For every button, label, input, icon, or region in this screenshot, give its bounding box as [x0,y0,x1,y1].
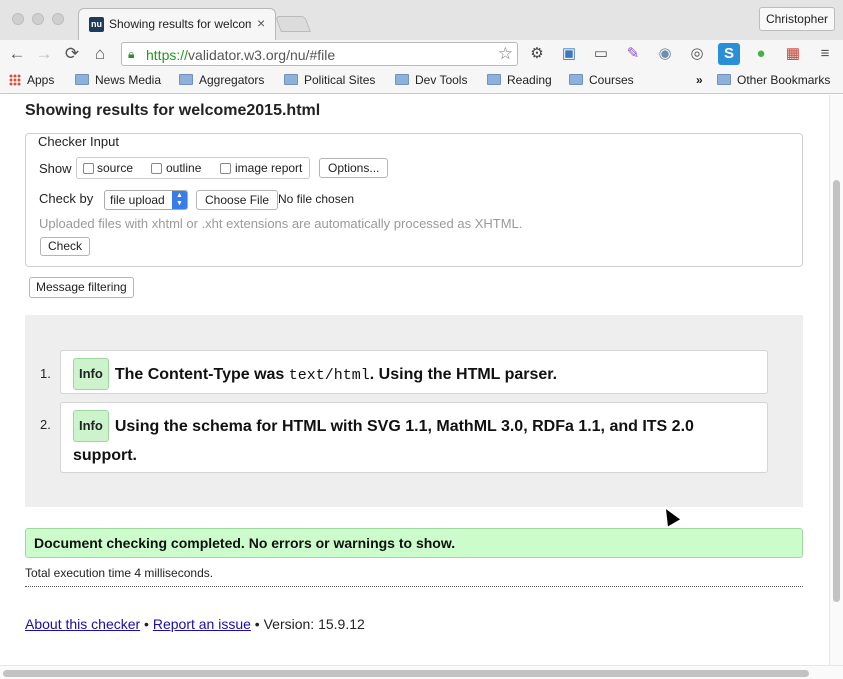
folder-icon [717,74,731,85]
tab-close-icon[interactable]: × [257,15,265,31]
bookmark-other-bookmarks[interactable]: Other Bookmarks [717,73,830,87]
lock-icon: 🔒︎ [128,47,135,61]
options-button[interactable]: Options... [319,158,389,178]
feather-icon[interactable]: ✎ [622,43,644,65]
about-checker-link[interactable]: About this checker [25,616,140,632]
check-button[interactable]: Check [40,237,91,256]
show-options-group: source outline image report [76,157,310,179]
forward-arrow-icon[interactable]: → [33,43,55,65]
folder-icon [395,74,409,85]
source-checkbox-label: source [97,161,134,175]
footer-divider [25,586,803,587]
bookmark-reading[interactable]: Reading [487,73,552,87]
source-checkbox[interactable] [83,163,94,174]
folder-icon [569,74,583,85]
close-window-button[interactable] [12,13,24,25]
calendar-icon[interactable]: ▦ [782,43,804,65]
profile-button[interactable]: Christopher [758,7,835,31]
success-banner: Document checking completed. No errors o… [25,528,803,558]
info-message: Info Using the schema for HTML with SVG 1… [60,402,768,473]
folder-icon [75,74,89,85]
window-titlebar: nu Showing results for welcome2015.html … [0,0,843,40]
cast-icon[interactable]: ▭ [590,43,612,65]
message-filtering-button[interactable]: Message filtering [29,277,134,298]
execution-time-text: Total execution time 4 milliseconds. [25,566,214,580]
no-file-chosen-text: No file chosen [278,192,355,206]
browser-tab[interactable]: nu Showing results for welcome2015.html … [78,8,276,40]
footer-separator: • [140,616,153,632]
settings-gear-icon[interactable]: ⚙ [526,43,548,65]
horizontal-scroll-thumb[interactable] [3,670,809,677]
choose-file-button[interactable]: Choose File [196,190,279,210]
message-number: 1. [40,366,51,381]
vertical-scrollbar[interactable] [829,95,843,665]
menu-icon[interactable]: ≡ [814,43,836,65]
bookmark-courses[interactable]: Courses [569,73,634,87]
bookmark-apps[interactable]: Apps [9,73,54,87]
message-text: The Content-Type was [114,366,289,383]
image-report-checkbox-label: image report [235,161,303,175]
report-issue-link[interactable]: Report an issue [153,616,251,632]
chevron-updown-icon: ▲ ▼ [172,191,187,209]
info-badge: Info [73,410,109,442]
bookmark-aggregators[interactable]: Aggregators [179,73,264,87]
horizontal-scrollbar[interactable] [0,665,843,679]
footer: About this checker • Report an issue • V… [25,616,365,632]
vertical-scroll-thumb[interactable] [833,180,840,602]
s-extension-icon[interactable]: S [718,43,740,65]
folder-icon [179,74,193,85]
reload-icon[interactable]: ⟳ [61,43,83,65]
outline-checkbox[interactable] [151,163,162,174]
message-number: 2. [40,417,51,432]
w3c-favicon-icon: nu [89,17,104,32]
show-label: Show [39,161,72,176]
minimize-window-button[interactable] [32,13,44,25]
bookmarks-bar: Apps News Media Aggregators Political Si… [0,68,843,94]
message-text-suffix: . Using the HTML parser. [369,366,558,383]
check-by-select[interactable]: file upload ▲ ▼ [104,190,188,210]
image-report-checkbox[interactable] [220,163,231,174]
info-message: Info The Content-Type was text/html. Usin… [60,350,768,394]
new-tab-button[interactable] [275,16,311,32]
tab-title: Showing results for welcome2015.html [109,17,251,31]
url-text: https://validator.w3.org/nu/#file [146,47,336,63]
version-text: Version: 15.9.12 [263,616,365,632]
bookmark-political-sites[interactable]: Political Sites [284,73,375,87]
back-arrow-icon[interactable]: ← [6,43,28,65]
hangouts-icon[interactable]: ● [750,43,772,65]
folder-icon [284,74,298,85]
home-icon[interactable]: ⌂ [89,43,111,65]
xhtml-hint-text: Uploaded files with xhtml or .xht extens… [39,216,523,231]
bookmark-star-icon[interactable]: ☆ [498,44,513,64]
bookmarks-overflow-icon[interactable]: » [696,73,703,87]
message-text: Using the schema for HTML with SVG 1.1, … [73,418,694,464]
page-viewport: Showing results for welcome2015.html Che… [0,95,829,665]
apps-grid-icon [9,74,21,86]
bookmark-news-media[interactable]: News Media [75,73,161,87]
message-code: text/html [288,367,370,384]
results-panel: 1. Info The Content-Type was text/html. U… [25,315,803,507]
address-bar[interactable]: 🔒︎ https://validator.w3.org/nu/#file ☆ [121,42,518,66]
checker-input-legend: Checker Input [37,134,120,149]
check-by-label: Check by [39,191,94,206]
info-badge: Info [73,358,109,390]
bookmark-dev-tools[interactable]: Dev Tools [395,73,467,87]
folder-icon [487,74,501,85]
extension-window-icon[interactable]: ▣ [558,43,580,65]
zoom-window-button[interactable] [52,13,64,25]
page-title: Showing results for welcome2015.html [25,102,321,119]
check-by-selected-value: file upload [110,193,165,207]
camera-icon[interactable]: ◉ [654,43,676,65]
browser-toolbar: ← → ⟳ ⌂ 🔒︎ https://validator.w3.org/nu/#… [0,40,843,68]
outline-checkbox-label: outline [166,161,202,175]
footer-separator: • [250,616,264,632]
aperture-icon[interactable]: ◎ [686,43,708,65]
